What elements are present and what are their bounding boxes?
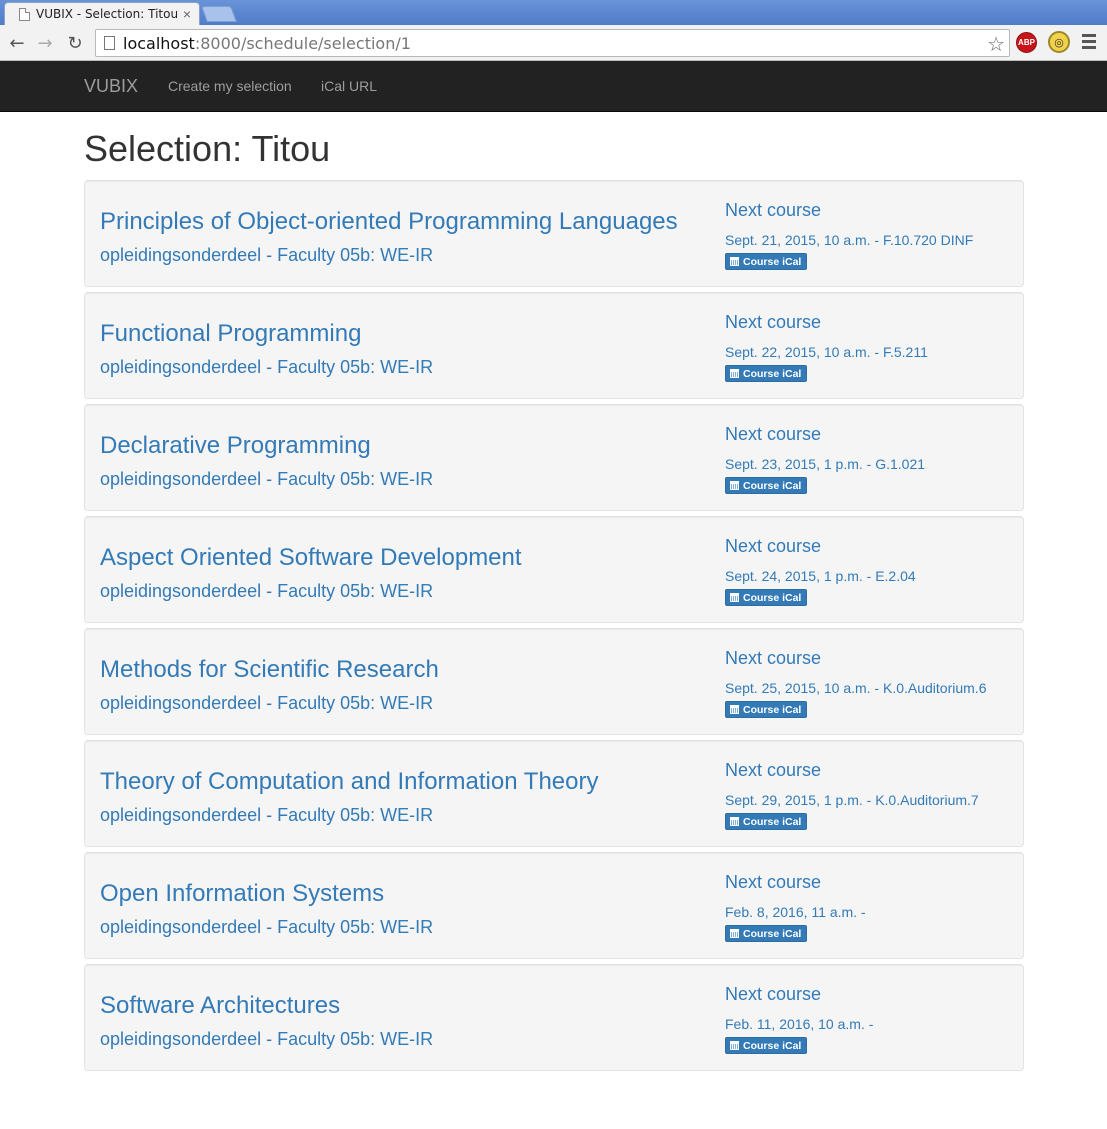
site-navbar: VUBIX Create my selection iCal URL <box>0 61 1107 112</box>
browser-tab-title: VUBIX - Selection: Titou <box>36 7 179 21</box>
course-ical-label: Course iCal <box>743 367 802 380</box>
next-course-date[interactable]: Sept. 24, 2015, 1 p.m. - E.2.04 <box>725 568 916 584</box>
course-name-link[interactable]: Functional Programming <box>100 320 361 348</box>
calendar-icon <box>730 705 739 714</box>
browser-toolbar: ← → ↻ localhost:8000/schedule/selection/… <box>0 25 1107 61</box>
course-subtitle-link[interactable]: opleidingsonderdeel - Faculty 05b: WE-IR <box>100 917 433 938</box>
next-course-label[interactable]: Next course <box>725 424 821 445</box>
course-subtitle-link[interactable]: opleidingsonderdeel - Faculty 05b: WE-IR <box>100 1029 433 1050</box>
course-card: Declarative Programming opleidingsonderd… <box>84 404 1024 511</box>
course-ical-label: Course iCal <box>743 591 802 604</box>
next-course-date[interactable]: Sept. 22, 2015, 10 a.m. - F.5.211 <box>725 344 928 360</box>
course-ical-label: Course iCal <box>743 703 802 716</box>
reload-icon[interactable]: ↻ <box>64 32 86 54</box>
adblock-plus-icon[interactable]: ABP <box>1016 32 1037 53</box>
course-ical-button[interactable]: Course iCal <box>725 589 808 606</box>
browser-tab-strip: VUBIX - Selection: Titou × <box>0 0 1107 25</box>
course-subtitle-link[interactable]: opleidingsonderdeel - Faculty 05b: WE-IR <box>100 357 433 378</box>
next-course-label[interactable]: Next course <box>725 760 821 781</box>
navbar-brand[interactable]: VUBIX <box>84 76 138 97</box>
course-subtitle-link[interactable]: opleidingsonderdeel - Faculty 05b: WE-IR <box>100 245 433 266</box>
course-card: Theory of Computation and Information Th… <box>84 740 1024 847</box>
page-icon <box>104 36 115 50</box>
course-ical-label: Course iCal <box>743 479 802 492</box>
course-subtitle-link[interactable]: opleidingsonderdeel - Faculty 05b: WE-IR <box>100 581 433 602</box>
next-course-date[interactable]: Feb. 11, 2016, 10 a.m. - <box>725 1016 873 1032</box>
course-card: Methods for Scientific Research opleidin… <box>84 628 1024 735</box>
next-course-label[interactable]: Next course <box>725 312 821 333</box>
next-course-label[interactable]: Next course <box>725 872 821 893</box>
calendar-icon <box>730 593 739 602</box>
next-course-date[interactable]: Sept. 23, 2015, 1 p.m. - G.1.021 <box>725 456 925 472</box>
course-ical-button[interactable]: Course iCal <box>725 1037 808 1054</box>
course-name-link[interactable]: Principles of Object-oriented Programmin… <box>100 208 678 236</box>
next-course-date[interactable]: Feb. 8, 2016, 11 a.m. - <box>725 904 866 920</box>
next-course-label[interactable]: Next course <box>725 200 821 221</box>
course-card: Functional Programming opleidingsonderde… <box>84 292 1024 399</box>
bookmark-star-icon[interactable]: ☆ <box>987 32 1005 57</box>
back-arrow-icon[interactable]: ← <box>6 32 28 54</box>
next-course-date[interactable]: Sept. 29, 2015, 1 p.m. - K.0.Auditorium.… <box>725 792 979 808</box>
next-course-label[interactable]: Next course <box>725 648 821 669</box>
course-card: Principles of Object-oriented Programmin… <box>84 180 1024 287</box>
course-card: Software Architectures opleidingsonderde… <box>84 964 1024 1071</box>
course-ical-button[interactable]: Course iCal <box>725 365 808 382</box>
chrome-menu-icon[interactable] <box>1082 34 1096 50</box>
course-ical-button[interactable]: Course iCal <box>725 925 808 942</box>
course-subtitle-link[interactable]: opleidingsonderdeel - Faculty 05b: WE-IR <box>100 469 433 490</box>
page-title: Selection: Titou <box>84 128 331 169</box>
calendar-icon <box>730 1041 739 1050</box>
next-course-label[interactable]: Next course <box>725 984 821 1005</box>
course-name-link[interactable]: Aspect Oriented Software Development <box>100 544 522 572</box>
close-tab-icon[interactable]: × <box>183 7 191 21</box>
extension-icon[interactable]: ◎ <box>1048 31 1070 53</box>
course-ical-label: Course iCal <box>743 255 802 268</box>
url-path: :8000/schedule/selection/1 <box>194 33 411 53</box>
next-course-date[interactable]: Sept. 21, 2015, 10 a.m. - F.10.720 DINF <box>725 232 973 248</box>
course-ical-button[interactable]: Course iCal <box>725 813 808 830</box>
course-name-link[interactable]: Declarative Programming <box>100 432 371 460</box>
course-subtitle-link[interactable]: opleidingsonderdeel - Faculty 05b: WE-IR <box>100 693 433 714</box>
course-ical-label: Course iCal <box>743 927 802 940</box>
course-subtitle-link[interactable]: opleidingsonderdeel - Faculty 05b: WE-IR <box>100 805 433 826</box>
course-name-link[interactable]: Theory of Computation and Information Th… <box>100 768 599 796</box>
course-ical-button[interactable]: Course iCal <box>725 477 808 494</box>
new-tab-button[interactable] <box>201 6 237 22</box>
course-name-link[interactable]: Methods for Scientific Research <box>100 656 439 684</box>
course-ical-button[interactable]: Course iCal <box>725 253 808 270</box>
course-card: Aspect Oriented Software Development opl… <box>84 516 1024 623</box>
nav-ical-url[interactable]: iCal URL <box>321 78 377 94</box>
course-ical-label: Course iCal <box>743 815 802 828</box>
course-card: Open Information Systems opleidingsonder… <box>84 852 1024 959</box>
address-bar[interactable]: localhost:8000/schedule/selection/1 ☆ <box>95 29 1010 57</box>
forward-arrow-icon[interactable]: → <box>34 32 56 54</box>
browser-tab[interactable]: VUBIX - Selection: Titou × <box>4 2 200 25</box>
calendar-icon <box>730 257 739 266</box>
calendar-icon <box>730 481 739 490</box>
nav-create-my-selection[interactable]: Create my selection <box>168 78 292 94</box>
next-course-label[interactable]: Next course <box>725 536 821 557</box>
course-name-link[interactable]: Software Architectures <box>100 992 340 1020</box>
calendar-icon <box>730 369 739 378</box>
course-ical-button[interactable]: Course iCal <box>725 701 808 718</box>
calendar-icon <box>730 929 739 938</box>
course-ical-label: Course iCal <box>743 1039 802 1052</box>
page-favicon-icon <box>19 7 30 21</box>
calendar-icon <box>730 817 739 826</box>
url-host: localhost <box>123 33 195 53</box>
url-text[interactable]: localhost:8000/schedule/selection/1 <box>123 34 411 53</box>
next-course-date[interactable]: Sept. 25, 2015, 10 a.m. - K.0.Auditorium… <box>725 680 986 696</box>
course-name-link[interactable]: Open Information Systems <box>100 880 384 908</box>
